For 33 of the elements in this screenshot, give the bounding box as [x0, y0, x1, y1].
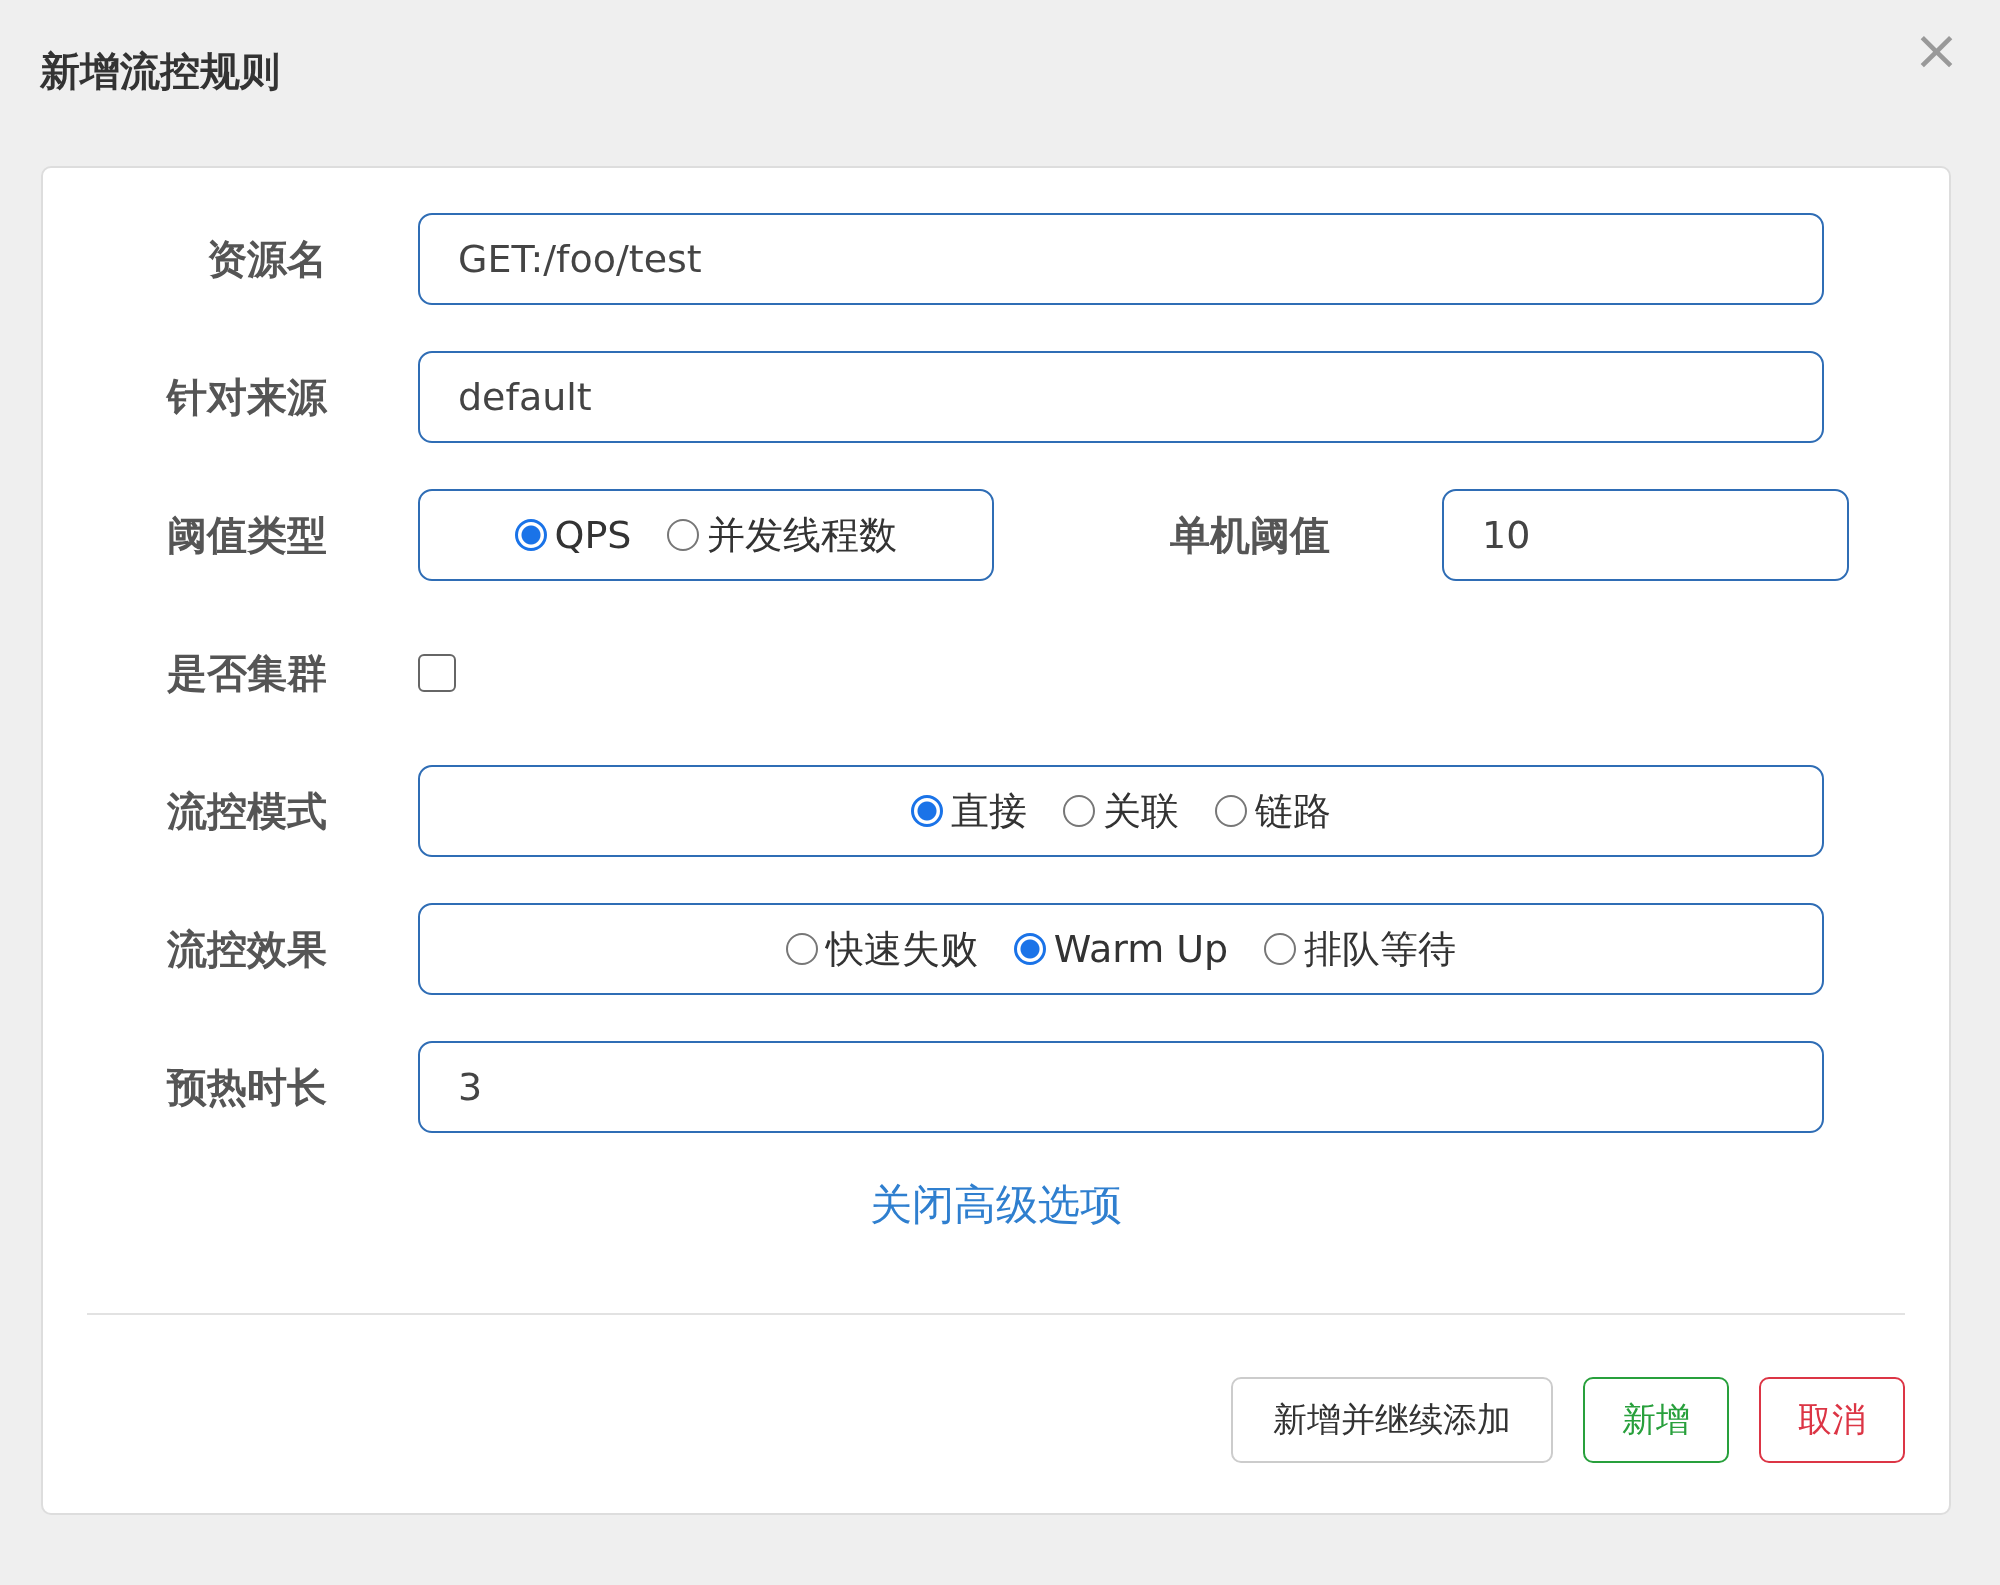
field-label: 是否集群 — [166, 648, 327, 698]
field-label: 单机阈值 — [1169, 510, 1331, 560]
dialog-title: 新增流控规则 — [40, 47, 280, 96]
radio-option[interactable]: 链路 — [1215, 785, 1331, 837]
field-label: 资源名 — [206, 234, 327, 284]
cancel-button[interactable]: 取消 — [1759, 1377, 1905, 1463]
radio-button[interactable] — [514, 519, 547, 551]
radio-button[interactable] — [667, 519, 700, 551]
radio-option[interactable]: 并发线程数 — [667, 509, 898, 561]
radio-option[interactable]: 快速失败 — [785, 923, 978, 975]
advanced-options-link[interactable]: 关闭高级选项 — [870, 1175, 1122, 1235]
field-label: 预热时长 — [165, 1062, 327, 1112]
field-label: 阈值类型 — [166, 510, 327, 560]
add-continue-button[interactable]: 新增并继续添加 — [1231, 1377, 1553, 1463]
radio-button[interactable] — [911, 795, 943, 827]
field-label: 流控模式 — [166, 786, 327, 836]
radio-button[interactable] — [1063, 795, 1095, 827]
input-field[interactable]: default — [418, 351, 1824, 443]
checkbox[interactable] — [418, 654, 456, 692]
radio-option[interactable]: QPS — [514, 513, 632, 557]
input-field[interactable]: 3 — [418, 1041, 1824, 1133]
input-field[interactable]: 10 — [1442, 489, 1849, 581]
input-field[interactable]: GET:/foo/test — [418, 213, 1824, 305]
radio-option[interactable]: 直接 — [911, 785, 1027, 837]
radio-option[interactable]: 排队等待 — [1264, 923, 1457, 975]
radio-option[interactable]: 关联 — [1063, 785, 1179, 837]
radio-button[interactable] — [785, 933, 818, 965]
field-label: 针对来源 — [165, 372, 327, 422]
radio-button[interactable] — [1013, 933, 1046, 965]
field-label: 流控效果 — [166, 924, 327, 974]
radio-button[interactable] — [1215, 795, 1247, 827]
radio-button[interactable] — [1264, 933, 1297, 965]
radio-option[interactable]: Warm Up — [1013, 927, 1229, 971]
